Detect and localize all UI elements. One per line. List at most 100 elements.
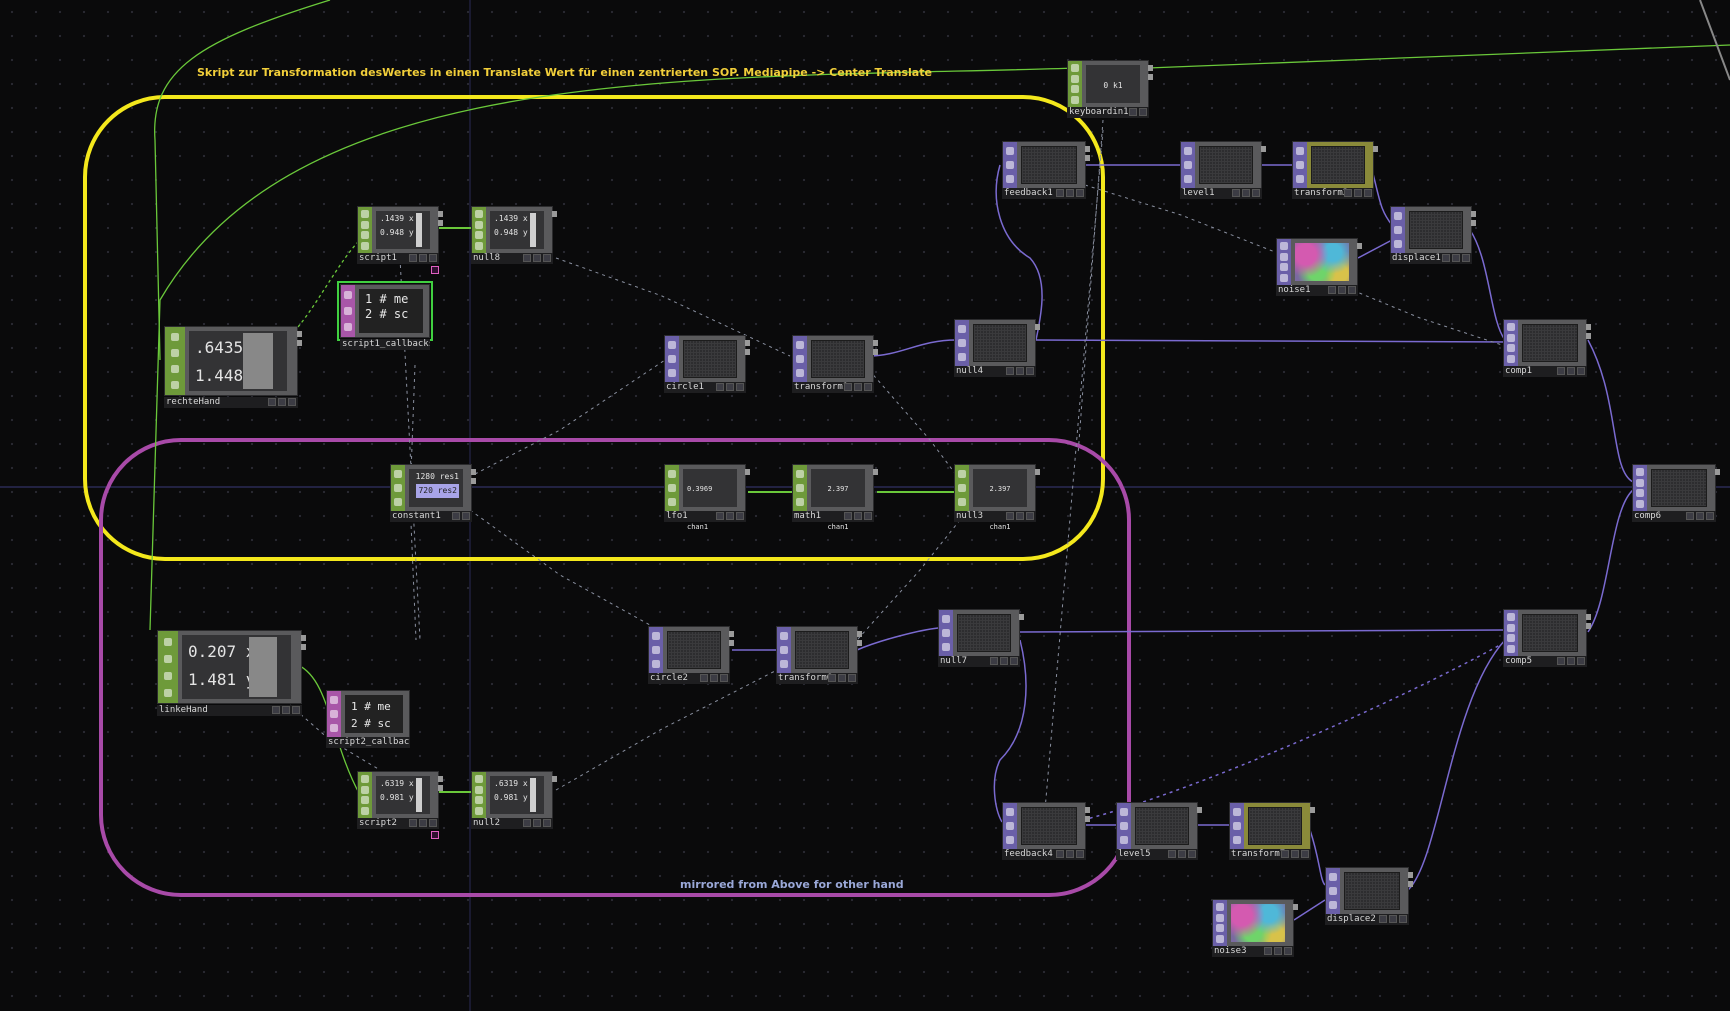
node-transform6[interactable]: transform6 — [776, 626, 862, 684]
node-label[interactable]: lfo1 — [664, 511, 746, 522]
top-flags[interactable] — [1213, 900, 1227, 946]
top-flags[interactable] — [1117, 803, 1131, 849]
node-label[interactable]: comp6 — [1632, 511, 1716, 522]
node-label[interactable]: keyboardin1 — [1067, 107, 1149, 118]
node-script2[interactable]: .6319 x 0.981 y script2 — [357, 771, 443, 829]
node-label[interactable]: script2 — [357, 818, 439, 829]
chop-flags[interactable] — [472, 207, 486, 253]
node-label[interactable]: script2_callbacks — [326, 737, 410, 748]
top-flags[interactable] — [777, 627, 791, 673]
node-transform1[interactable]: transform1 — [792, 335, 878, 393]
chop-flags[interactable] — [1068, 61, 1082, 107]
top-flags[interactable] — [1504, 320, 1518, 366]
top-flags[interactable] — [793, 336, 807, 382]
node-label[interactable]: comp1 — [1503, 366, 1587, 377]
node-null4[interactable]: null4 — [954, 319, 1040, 377]
script-flag-icon[interactable] — [431, 266, 439, 274]
node-label[interactable]: transform2 — [1292, 188, 1374, 199]
chop-flags[interactable] — [472, 772, 486, 818]
top-flags[interactable] — [1277, 239, 1291, 285]
node-label[interactable]: circle1 — [664, 382, 746, 393]
top-flags[interactable] — [1391, 207, 1405, 253]
node-noise3[interactable]: noise3 — [1212, 899, 1298, 957]
top-flags[interactable] — [649, 627, 663, 673]
node-label[interactable]: transform6 — [776, 673, 858, 684]
top-flags[interactable] — [1504, 610, 1518, 656]
node-label[interactable]: null8 — [471, 253, 553, 264]
node-label[interactable]: null2 — [471, 818, 553, 829]
chop-flags[interactable] — [391, 465, 405, 511]
node-label[interactable]: constant1 — [390, 511, 472, 522]
dat-flags[interactable] — [341, 285, 355, 337]
node-null3[interactable]: 2.397 chan1 null3 — [954, 464, 1040, 531]
top-flags[interactable] — [1003, 142, 1017, 188]
node-label[interactable]: linkeHand — [157, 705, 302, 716]
node-script2-callbacks[interactable]: 1 # me2 # sc script2_callbacks — [326, 690, 410, 748]
top-annotation-text[interactable]: Skript zur Transformation desWertes in e… — [197, 66, 932, 79]
node-comp5[interactable]: comp5 — [1503, 609, 1591, 667]
node-level5[interactable]: level5 — [1116, 802, 1202, 860]
node-label[interactable]: noise3 — [1212, 946, 1294, 957]
chop-flags[interactable] — [665, 465, 679, 511]
top-flags[interactable] — [665, 336, 679, 382]
node-displace2[interactable]: displace2 — [1325, 867, 1413, 925]
node-displace1[interactable]: displace1 — [1390, 206, 1476, 264]
node-label[interactable]: displace1 — [1390, 253, 1472, 264]
node-label[interactable]: script1 — [357, 253, 439, 264]
node-label[interactable]: level1 — [1180, 188, 1262, 199]
top-flags[interactable] — [955, 320, 969, 366]
node-rechteHand[interactable]: .6435 x 1.448 y rechteHand — [164, 326, 302, 408]
chop-flags[interactable] — [358, 207, 372, 253]
script-flag-icon[interactable] — [431, 831, 439, 839]
node-lfo1[interactable]: 0.3969 chan1 lfo1 — [664, 464, 750, 531]
node-transform7[interactable]: transform7 — [1229, 802, 1315, 860]
node-label[interactable]: null7 — [938, 656, 1020, 667]
node-label[interactable]: displace2 — [1325, 914, 1409, 925]
node-null8[interactable]: .1439 x 0.948 y null8 — [471, 206, 557, 264]
node-keyboardin1[interactable]: 0 k1 keyboardin1 — [1067, 60, 1153, 118]
node-label[interactable]: noise1 — [1276, 285, 1358, 296]
node-label[interactable]: feedback4 — [1002, 849, 1086, 860]
node-label[interactable]: circle2 — [648, 673, 730, 684]
node-noise1[interactable]: noise1 — [1276, 238, 1362, 296]
node-circle2[interactable]: circle2 — [648, 626, 734, 684]
chop-flags[interactable] — [955, 465, 969, 511]
bottom-annotation-text[interactable]: mirrored from Above for other hand — [680, 878, 904, 891]
node-null2[interactable]: .6319 x 0.981 y null2 — [471, 771, 557, 829]
node-circle1[interactable]: circle1 — [664, 335, 750, 393]
top-flags[interactable] — [1003, 803, 1017, 849]
node-script1[interactable]: .1439 x 0.948 y script1 — [357, 206, 443, 264]
node-label[interactable]: level5 — [1116, 849, 1198, 860]
top-flags[interactable] — [1181, 142, 1195, 188]
node-transform2[interactable]: transform2 — [1292, 141, 1378, 199]
node-label[interactable]: transform1 — [792, 382, 874, 393]
top-flags[interactable] — [1633, 465, 1647, 511]
node-label[interactable]: feedback1 — [1002, 188, 1086, 199]
node-linkeHand[interactable]: 0.207 x 1.481 y linkeHand — [157, 630, 306, 716]
chop-flags[interactable] — [158, 631, 178, 703]
chop-flags[interactable] — [793, 465, 807, 511]
node-label[interactable]: math1 — [792, 511, 874, 522]
node-comp1[interactable]: comp1 — [1503, 319, 1591, 377]
node-label[interactable]: comp5 — [1503, 656, 1587, 667]
node-label[interactable]: null4 — [954, 366, 1036, 377]
node-math1[interactable]: 2.397 chan1 math1 — [792, 464, 878, 531]
node-comp6[interactable]: comp6 — [1632, 464, 1720, 522]
node-feedback1[interactable]: feedback1 — [1002, 141, 1090, 199]
top-flags[interactable] — [939, 610, 953, 656]
node-label[interactable]: null3 — [954, 511, 1036, 522]
node-label[interactable]: script1_callbacks — [340, 339, 430, 350]
chop-flags[interactable] — [165, 327, 185, 395]
node-label[interactable]: rechteHand — [164, 397, 298, 408]
node-script1-callbacks[interactable]: 1 # me 2 # sc script1_callbacks — [337, 281, 433, 350]
top-flags[interactable] — [1326, 868, 1340, 914]
node-constant1[interactable]: 1280 res1 720 res2 constant1 — [390, 464, 476, 522]
chop-flags[interactable] — [358, 772, 372, 818]
node-null7[interactable]: null7 — [938, 609, 1024, 667]
top-flags[interactable] — [1293, 142, 1307, 188]
node-feedback4[interactable]: feedback4 — [1002, 802, 1090, 860]
dat-flags[interactable] — [327, 691, 341, 737]
node-label[interactable]: transform7 — [1229, 849, 1311, 860]
top-flags[interactable] — [1230, 803, 1244, 849]
node-level1[interactable]: level1 — [1180, 141, 1266, 199]
